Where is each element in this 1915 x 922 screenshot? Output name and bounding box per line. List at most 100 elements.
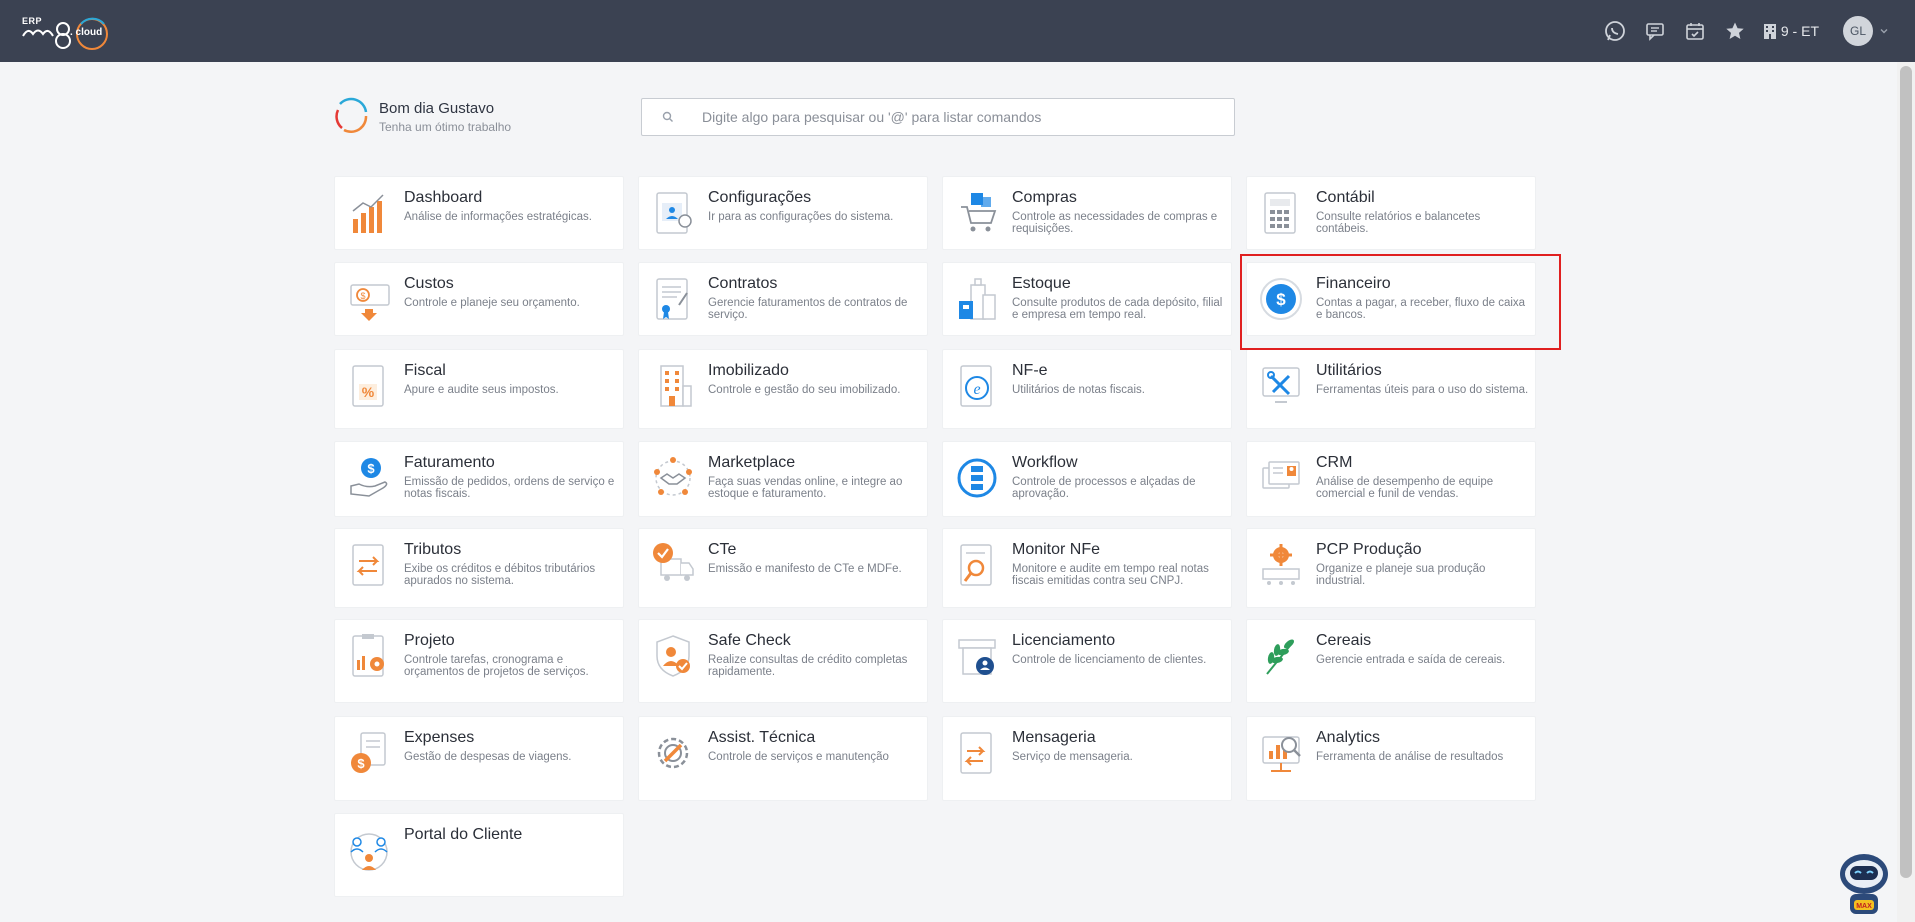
- module-description: Controle as necessidades de compras e re…: [1012, 211, 1218, 235]
- message-icon[interactable]: [1635, 11, 1675, 51]
- module-description: Realize consultas de crédito completas r…: [708, 654, 908, 678]
- module-description: Controle e gestão do seu imobilizado.: [708, 384, 901, 396]
- module-card-cte[interactable]: CTe Emissão e manifesto de CTe e MDFe.: [638, 528, 928, 608]
- module-description: Exibe os créditos e débitos tributários …: [404, 563, 596, 587]
- app-logo[interactable]: ERP . cloud: [20, 12, 120, 52]
- calendar-icon[interactable]: [1675, 11, 1715, 51]
- avatar: GL: [1843, 16, 1873, 46]
- module-card-safe-check[interactable]: Safe Check Realize consultas de crédito c…: [638, 619, 928, 703]
- production-gear-icon: [1259, 541, 1305, 593]
- tools-icon: [1259, 362, 1305, 414]
- module-card-faturamento[interactable]: $ Faturamento Emissão de pedidos, ordens d…: [334, 441, 624, 517]
- building-icon: [651, 362, 697, 414]
- module-description: Ir para as configurações do sistema.: [708, 211, 894, 223]
- module-card-portal-do-cliente[interactable]: Portal do Cliente: [334, 813, 624, 897]
- module-card-expenses[interactable]: $ Expenses Gestão de despesas de viagens.: [334, 716, 624, 801]
- module-description: Ferramentas úteis para o uso do sistema.: [1316, 384, 1529, 396]
- module-card-pcp-producao[interactable]: PCP Produção Organize e planeje sua produ…: [1246, 528, 1536, 608]
- module-card-tributos[interactable]: Tributos Exibe os créditos e débitos trib…: [334, 528, 624, 608]
- magnifier-document-icon: [955, 541, 1001, 593]
- module-title: Tributos: [404, 541, 462, 558]
- module-card-monitor-nfe[interactable]: Monitor NFe Monitore e audite em tempo re…: [942, 528, 1232, 608]
- greeting-title: Bom dia Gustavo: [379, 100, 495, 117]
- module-card-crm[interactable]: CRM Análise de desempenho de equipe comer…: [1246, 441, 1536, 517]
- module-title: Fiscal: [404, 362, 446, 379]
- module-card-configuracoes[interactable]: Configurações Ir para as configurações do…: [638, 176, 928, 250]
- cost-money-icon: $: [347, 275, 393, 327]
- module-title: CRM: [1316, 454, 1353, 471]
- module-title: Mensageria: [1012, 729, 1096, 746]
- module-title: Assist. Técnica: [708, 729, 816, 746]
- tax-arrows-icon: [347, 541, 393, 593]
- module-description: Contas a pagar, a receber, fluxo de caix…: [1316, 297, 1526, 321]
- whatsapp-icon[interactable]: [1595, 11, 1635, 51]
- module-card-workflow[interactable]: Workflow Controle de processos e alçadas …: [942, 441, 1232, 517]
- shopping-cart-icon: [955, 189, 1001, 241]
- module-title: Compras: [1012, 189, 1077, 206]
- crm-cards-icon: [1259, 454, 1305, 506]
- module-card-custos[interactable]: $ Custos Controle e planeje seu orçamento.: [334, 262, 624, 336]
- module-title: Expenses: [404, 729, 475, 746]
- module-card-utilitarios[interactable]: Utilitários Ferramentas úteis para o uso …: [1246, 349, 1536, 429]
- module-card-analytics[interactable]: Analytics Ferramenta de análise de result…: [1246, 716, 1536, 801]
- search-icon: [662, 111, 673, 122]
- scrollbar-thumb[interactable]: [1900, 66, 1912, 878]
- max-assistant-button[interactable]: MAX: [1834, 850, 1894, 916]
- module-card-marketplace[interactable]: Marketplace Faça suas vendas online, e in…: [638, 441, 928, 517]
- star-icon[interactable]: [1715, 11, 1755, 51]
- module-description: Utilitários de notas fiscais.: [1012, 384, 1145, 396]
- module-description: Controle e planeje seu orçamento.: [404, 297, 580, 309]
- analytics-monitor-icon: [1259, 729, 1305, 781]
- svg-text:e: e: [973, 381, 980, 398]
- module-card-nf-e[interactable]: e NF-e Utilitários de notas fiscais.: [942, 349, 1232, 429]
- nfe-document-icon: e: [955, 362, 1001, 414]
- greeting-logo-icon: [335, 97, 368, 133]
- module-description: Análise de informações estratégicas.: [404, 211, 592, 223]
- warehouse-icon: [955, 275, 1001, 327]
- module-card-cereais[interactable]: Cereais Gerencie entrada e saída de cerea…: [1246, 619, 1536, 703]
- module-description: Consulte relatórios e balancetes contábe…: [1316, 211, 1481, 235]
- module-card-mensageria[interactable]: Mensageria Serviço de mensageria.: [942, 716, 1232, 801]
- module-title: CTe: [708, 541, 737, 558]
- module-card-imobilizado[interactable]: Imobilizado Controle e gestão do seu imob…: [638, 349, 928, 429]
- user-menu[interactable]: GL: [1843, 16, 1889, 46]
- percent-document-icon: %: [347, 362, 393, 414]
- dollar-coin-icon: $: [1259, 275, 1305, 327]
- module-card-compras[interactable]: Compras Controle as necessidades de compr…: [942, 176, 1232, 250]
- module-card-financeiro[interactable]: $ Financeiro Contas a pagar, a receber, fl…: [1246, 262, 1536, 336]
- client-portal-icon: [347, 826, 393, 878]
- company-selector[interactable]: 9 - ET: [1763, 23, 1819, 39]
- svg-text:$: $: [1276, 290, 1286, 309]
- module-card-assist-tecnica[interactable]: Assist. Técnica Controle de serviços e ma…: [638, 716, 928, 801]
- calculator-icon: [1259, 189, 1305, 241]
- module-card-contabil[interactable]: Contábil Consulte relatórios e balancetes…: [1246, 176, 1536, 250]
- search-box: [641, 98, 1235, 136]
- svg-text:%: %: [362, 384, 375, 400]
- module-title: Cereais: [1316, 632, 1372, 649]
- clipboard-gear-icon: [347, 632, 393, 684]
- module-description: Gestão de despesas de viagens.: [404, 751, 572, 763]
- module-title: Dashboard: [404, 189, 483, 206]
- license-store-icon: [955, 632, 1001, 684]
- building-icon: [1763, 24, 1776, 39]
- module-card-fiscal[interactable]: % Fiscal Apure e audite seus impostos.: [334, 349, 624, 429]
- module-card-contratos[interactable]: Contratos Gerencie faturamentos de contra…: [638, 262, 928, 336]
- svg-text:$: $: [360, 291, 365, 301]
- expenses-icon: $: [347, 729, 393, 781]
- module-card-projeto[interactable]: Projeto Controle tarefas, cronograma e or…: [334, 619, 624, 703]
- module-card-licenciamento[interactable]: Licenciamento Controle de licenciamento d…: [942, 619, 1232, 703]
- module-description: Análise de desempenho de equipe comercia…: [1316, 476, 1494, 500]
- company-label: 9 - ET: [1780, 23, 1819, 39]
- logo-suffix: . cloud: [70, 27, 103, 38]
- settings-profile-icon: [651, 189, 697, 241]
- search-input[interactable]: [702, 99, 1222, 135]
- module-card-dashboard[interactable]: Dashboard Análise de informações estratég…: [334, 176, 624, 250]
- module-title: Utilitários: [1316, 362, 1382, 379]
- greeting-subtitle: Tenha um ótimo trabalho: [379, 120, 512, 134]
- billing-hand-icon: $: [347, 454, 393, 506]
- module-title: Custos: [404, 275, 454, 292]
- module-card-estoque[interactable]: Estoque Consulte produtos de cada depósit…: [942, 262, 1232, 336]
- svg-text:$: $: [367, 461, 375, 476]
- chart-bar-icon: [347, 189, 393, 241]
- robot-assistant-icon: MAX: [1840, 854, 1888, 914]
